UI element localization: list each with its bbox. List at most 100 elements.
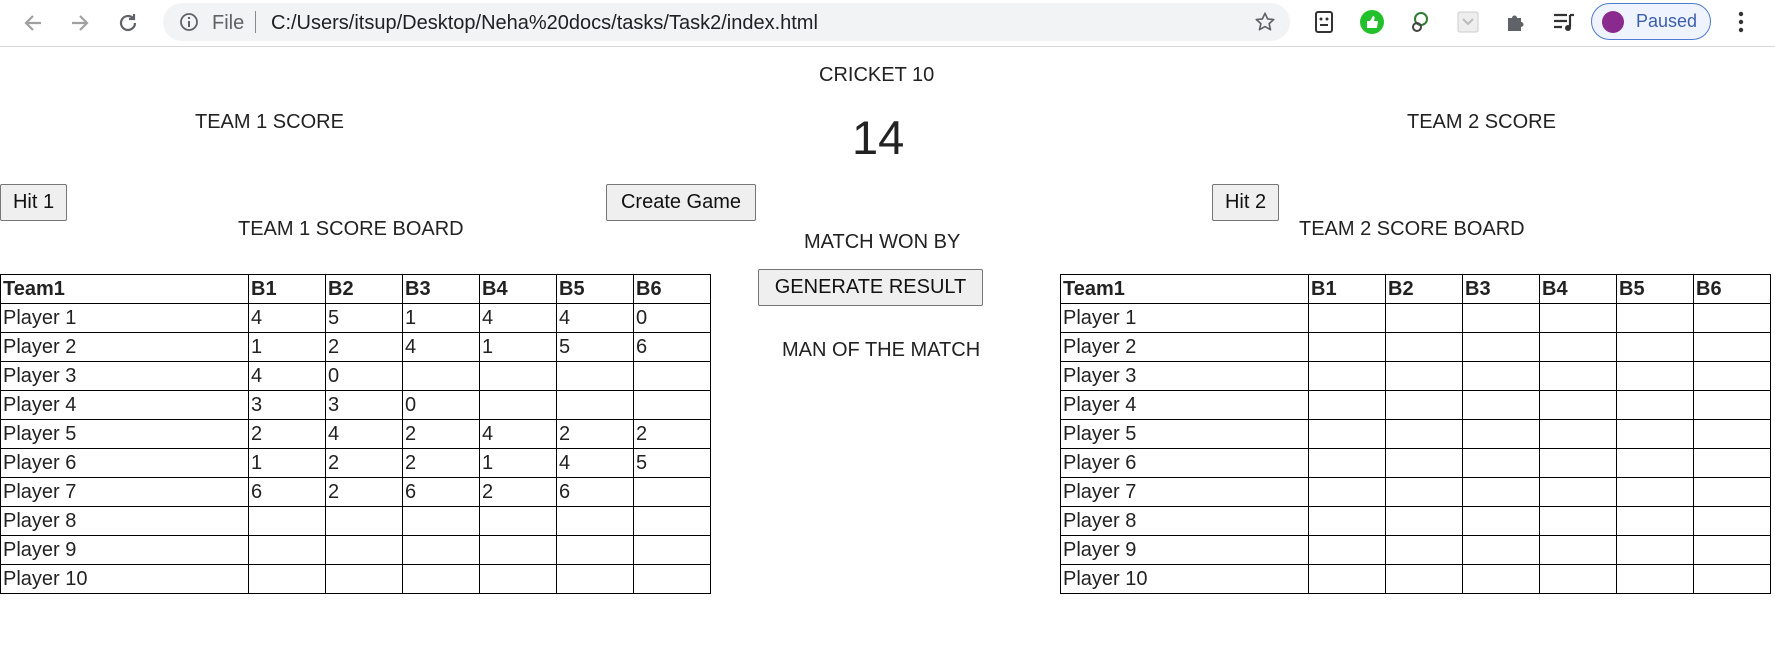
table-row: Player 8 <box>1060 506 1771 536</box>
ball-score-cell <box>633 564 711 594</box>
table-row: Player 4330 <box>0 390 711 420</box>
table-row: Player 9 <box>0 535 711 565</box>
ball-score-cell <box>1308 419 1386 449</box>
ball-score-cell <box>1385 448 1463 478</box>
ball-score-cell <box>1693 332 1771 362</box>
ball-score-cell: 2 <box>556 419 634 449</box>
ball-score-cell <box>1539 361 1617 391</box>
forward-arrow-icon <box>72 15 89 31</box>
table-row: Player 762626 <box>0 477 711 507</box>
ball-score-cell <box>1539 477 1617 507</box>
info-icon[interactable] <box>179 12 199 32</box>
extension-grammar-icon[interactable] <box>1406 8 1434 36</box>
ball-score-cell: 2 <box>633 419 711 449</box>
ball-score-cell <box>556 361 634 391</box>
team2-scoreboard-table: Team1 B1 B2 B3 B4 B5 B6 Player 1 Player 2 Player… <box>1060 274 1771 594</box>
player-name-cell: Player 8 <box>1060 506 1309 536</box>
address-bar[interactable]: File C:/Users/itsup/Desktop/Neha%20docs/… <box>163 3 1290 41</box>
hit2-button[interactable]: Hit 2 <box>1212 184 1279 221</box>
ball-score-cell <box>556 564 634 594</box>
ball-score-cell: 0 <box>402 390 480 420</box>
browser-toolbar: File C:/Users/itsup/Desktop/Neha%20docs/… <box>0 0 1775 47</box>
table-row: Player 2124156 <box>0 332 711 362</box>
back-button[interactable] <box>16 6 50 40</box>
ball-score-cell <box>1539 332 1617 362</box>
ball-score-cell: 1 <box>248 448 326 478</box>
extension-thumbs-up-icon[interactable] <box>1358 8 1386 36</box>
ball-score-cell <box>325 564 403 594</box>
table-header-row: Team1 B1 B2 B3 B4 B5 B6 <box>0 274 711 304</box>
ball-score-cell <box>1385 535 1463 565</box>
ball-score-cell <box>1308 535 1386 565</box>
ball-score-cell <box>479 535 557 565</box>
ball-score-cell <box>1539 390 1617 420</box>
ball-score-cell <box>1308 477 1386 507</box>
ball-score-cell <box>1462 303 1540 333</box>
man-of-match-label: MAN OF THE MATCH <box>782 339 981 361</box>
header-ball-3: B3 <box>402 274 480 304</box>
omnibox-divider <box>255 11 256 33</box>
ball-score-cell <box>402 564 480 594</box>
player-name-cell: Player 9 <box>0 535 249 565</box>
ball-score-cell <box>1385 477 1463 507</box>
ball-score-cell: 6 <box>556 477 634 507</box>
ball-score-cell <box>1462 448 1540 478</box>
ball-score-cell <box>1539 303 1617 333</box>
header-ball-6: B6 <box>1693 274 1771 304</box>
ball-score-cell: 6 <box>248 477 326 507</box>
hit1-button[interactable]: Hit 1 <box>0 184 67 221</box>
ball-score-cell <box>479 506 557 536</box>
player-name-cell: Player 10 <box>0 564 249 594</box>
media-queue-icon[interactable] <box>1550 8 1578 36</box>
ball-score-cell <box>1616 564 1694 594</box>
player-name-cell: Player 5 <box>1060 419 1309 449</box>
player-name-cell: Player 6 <box>1060 448 1309 478</box>
ball-score-cell <box>1693 506 1771 536</box>
ball-score-cell: 6 <box>633 332 711 362</box>
ball-score-cell: 4 <box>248 361 326 391</box>
extensions-puzzle-icon[interactable] <box>1502 8 1530 36</box>
more-menu-icon[interactable] <box>1727 8 1755 36</box>
forward-button[interactable] <box>63 6 97 40</box>
table-row: Player 2 <box>1060 332 1771 362</box>
bookmark-star-icon[interactable] <box>1254 11 1276 33</box>
ball-score-cell: 2 <box>325 448 403 478</box>
generate-result-button[interactable]: GENERATE RESULT <box>758 269 983 306</box>
table-row: Player 340 <box>0 361 711 391</box>
table-row: Player 3 <box>1060 361 1771 391</box>
ball-score-cell <box>1693 419 1771 449</box>
profile-button[interactable]: Paused <box>1591 3 1711 40</box>
ball-score-cell: 1 <box>479 448 557 478</box>
player-name-cell: Player 2 <box>1060 332 1309 362</box>
team1-scoreboard-title: TEAM 1 SCORE BOARD <box>238 218 464 240</box>
ball-score-cell <box>1385 564 1463 594</box>
ball-score-cell <box>325 506 403 536</box>
table-row: Player 9 <box>1060 535 1771 565</box>
header-ball-5: B5 <box>1616 274 1694 304</box>
ball-score-cell <box>1616 390 1694 420</box>
ball-score-cell <box>1462 390 1540 420</box>
page-content: CRICKET 10 TEAM 1 SCORE 14 TEAM 2 SCORE … <box>0 47 1775 651</box>
player-name-cell: Player 2 <box>0 332 249 362</box>
extension-face-icon[interactable] <box>1310 8 1338 36</box>
ball-score-cell <box>1462 506 1540 536</box>
ball-score-cell <box>1308 564 1386 594</box>
ball-score-cell: 0 <box>325 361 403 391</box>
header-ball-2: B2 <box>325 274 403 304</box>
ball-score-cell <box>1616 506 1694 536</box>
reload-button[interactable] <box>111 6 145 40</box>
ball-score-cell <box>633 390 711 420</box>
extension-pocket-icon[interactable] <box>1454 8 1482 36</box>
header-ball-4: B4 <box>1539 274 1617 304</box>
ball-score-cell <box>633 477 711 507</box>
ball-score-cell: 2 <box>402 419 480 449</box>
back-arrow-icon <box>24 15 41 31</box>
url-text[interactable]: C:/Users/itsup/Desktop/Neha%20docs/tasks… <box>271 12 818 35</box>
ball-score-cell <box>1462 361 1540 391</box>
ball-score-cell: 2 <box>248 419 326 449</box>
reload-icon <box>119 14 137 32</box>
create-game-button[interactable]: Create Game <box>606 184 756 221</box>
ball-score-cell <box>1308 332 1386 362</box>
ball-score-cell: 2 <box>479 477 557 507</box>
timer-display: 14 <box>852 111 905 164</box>
